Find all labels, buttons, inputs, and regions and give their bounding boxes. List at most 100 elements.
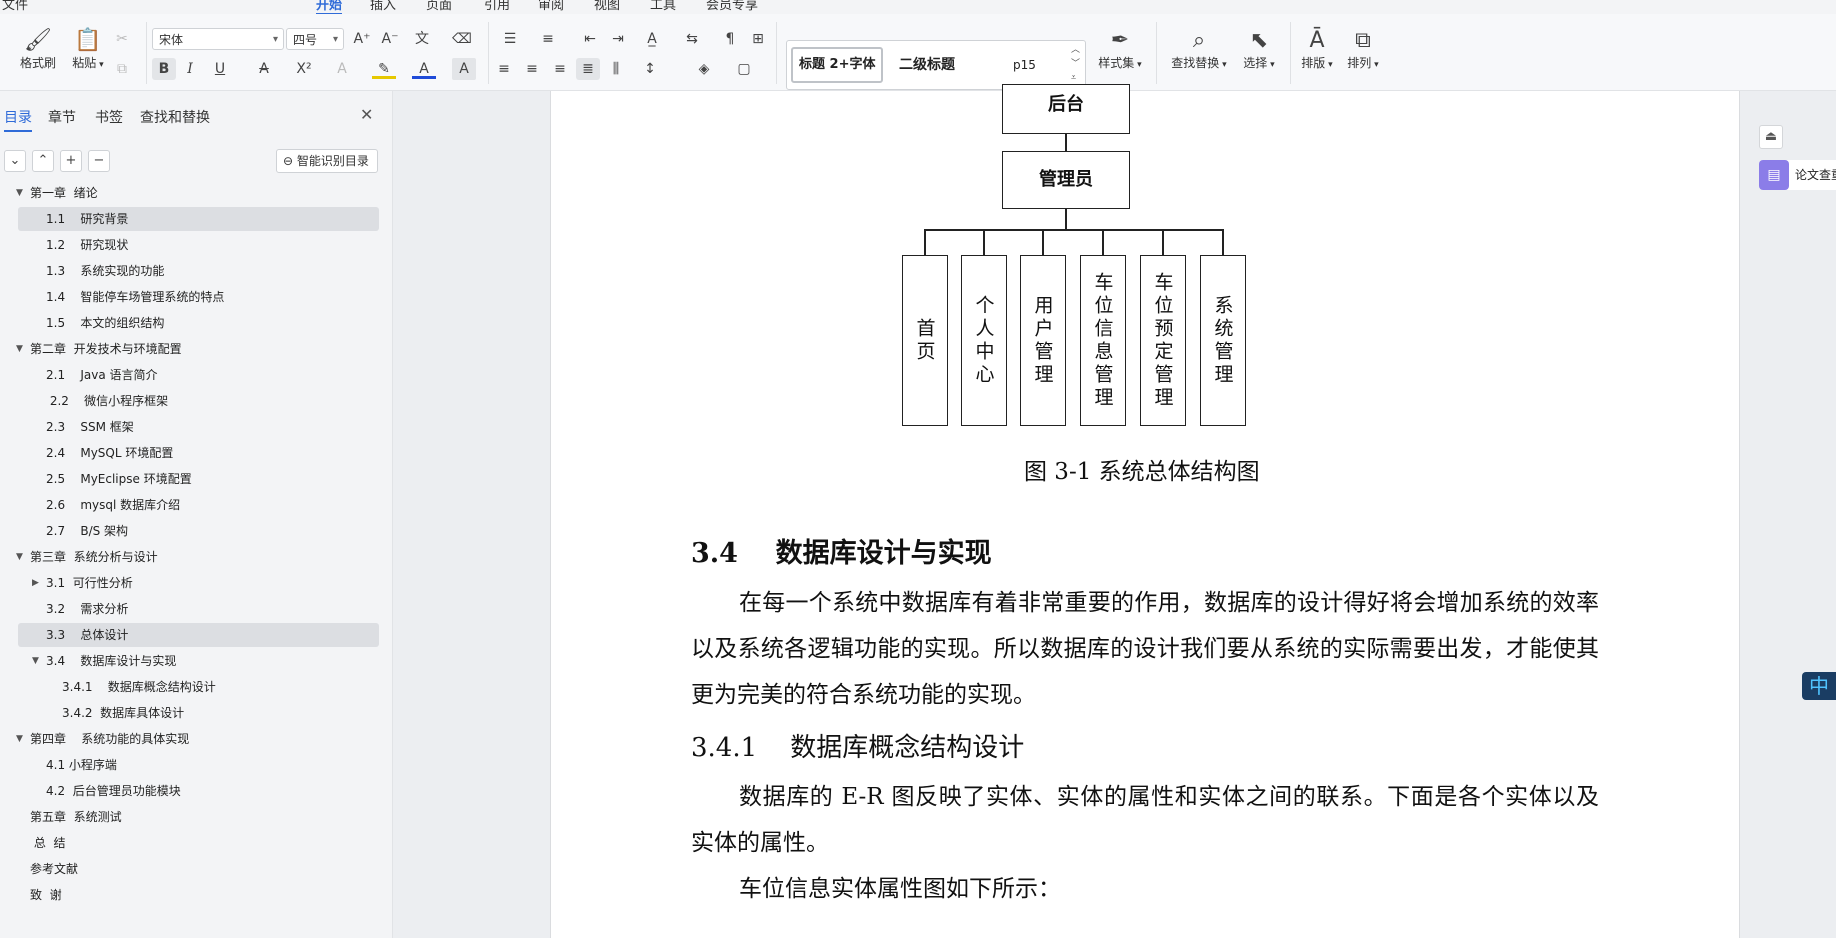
toc-item[interactable]: 2.2 微信小程序框架 — [18, 389, 379, 413]
toc-item[interactable]: 2.4 MySQL 环境配置 — [18, 441, 379, 465]
font-name-select[interactable]: 宋体 ▾ — [152, 28, 284, 50]
shading-icon[interactable]: ◈ — [692, 58, 716, 80]
remove-heading-button[interactable]: − — [88, 150, 110, 172]
bold-button[interactable]: B — [152, 58, 176, 80]
toc-item[interactable]: ▶ 3.1 可行性分析 — [18, 571, 379, 595]
add-heading-button[interactable]: + — [60, 150, 82, 172]
distribute-icon[interactable]: ⫼ — [604, 58, 628, 80]
menu-file[interactable]: 文件 — [2, 0, 28, 13]
toc-item[interactable]: ▼ 3.4 数据库设计与实现 — [18, 649, 379, 673]
toc-item[interactable]: 1.4 智能停车场管理系统的特点 — [18, 285, 379, 309]
find-replace-button[interactable]: ⌕ 查找替换 ▾ — [1166, 28, 1232, 71]
toc-item[interactable]: 2.5 MyEclipse 环境配置 — [18, 467, 379, 491]
text-direction-icon[interactable]: A̲ — [640, 28, 664, 50]
menu-tools[interactable]: 工具 — [650, 0, 676, 13]
collapse-arrow-icon[interactable]: ▶ — [32, 571, 39, 595]
border-icon[interactable]: ▢ — [732, 58, 756, 80]
toc-item[interactable]: 3.2 需求分析 — [18, 597, 379, 621]
highlight-icon[interactable]: ✎ — [372, 58, 396, 79]
toc-item[interactable]: 总 结 — [18, 831, 379, 855]
style-set-button[interactable]: ✒ 样式集 ▾ — [1094, 28, 1146, 71]
toc-item[interactable]: 3.4.1 数据库概念结构设计 — [18, 675, 379, 699]
toc-item[interactable]: 4.1 小程序端 — [18, 753, 379, 777]
shrink-font-icon[interactable]: A⁻ — [378, 28, 402, 50]
menu-member[interactable]: 会员专享 — [706, 0, 758, 13]
select-button[interactable]: ⬉ 选择 ▾ — [1236, 28, 1282, 71]
increase-indent-icon[interactable]: ⇥ — [606, 28, 630, 50]
format-painter-button[interactable]: 🖌 格式刷 — [16, 28, 60, 71]
toc-item[interactable]: 2.7 B/S 架构 — [18, 519, 379, 543]
decrease-indent-icon[interactable]: ⇤ — [578, 28, 602, 50]
align-right-icon[interactable]: ≡ — [548, 58, 572, 80]
table-icon[interactable]: ⊞ — [746, 28, 770, 50]
toc-item[interactable]: ▼ 第四章 系统功能的具体实现 — [16, 727, 379, 751]
expand-arrow-icon[interactable]: ▼ — [32, 649, 39, 673]
toc-item[interactable]: ▼ 第二章 开发技术与环境配置 — [16, 337, 379, 361]
paper-check-button[interactable]: ▤ 论文查重 — [1759, 160, 1836, 190]
menu-references[interactable]: 引用 — [484, 0, 510, 13]
toc-item[interactable]: 参考文献 — [18, 857, 379, 881]
toc-item[interactable]: 2.3 SSM 框架 — [18, 415, 379, 439]
grow-font-icon[interactable]: A⁺ — [350, 28, 374, 50]
collapse-panel-button[interactable]: ⏏ — [1759, 125, 1783, 149]
toc-item[interactable]: 2.1 Java 语言简介 — [18, 363, 379, 387]
collapse-all-button[interactable]: ⌄ — [4, 150, 26, 172]
toc-item[interactable]: 1.3 系统实现的功能 — [18, 259, 379, 283]
menu-view[interactable]: 视图 — [594, 0, 620, 13]
tab-toc[interactable]: 目录 — [4, 107, 32, 132]
toc-item[interactable]: 2.6 mysql 数据库介绍 — [18, 493, 379, 517]
strikethrough-icon[interactable]: A — [252, 58, 276, 80]
smart-toc-button[interactable]: ⊖ 智能识别目录 — [276, 149, 378, 173]
toc-item[interactable]: ▼ 第一章 绪论 — [16, 181, 379, 205]
toc-item[interactable]: 致 谢 — [18, 883, 379, 907]
style-heading2-font[interactable]: 标题 2+字体 — [791, 47, 884, 83]
bullets-icon[interactable]: ☰ — [498, 28, 522, 50]
toc-item[interactable]: 1.5 本文的组织结构 — [18, 311, 379, 335]
ime-indicator[interactable]: 中 — [1802, 672, 1836, 700]
toc-item[interactable]: 3.4.2 数据库具体设计 — [18, 701, 379, 725]
expand-arrow-icon[interactable]: ▼ — [16, 181, 23, 205]
copy-icon[interactable]: ⧉ — [110, 58, 134, 80]
expand-arrow-icon[interactable]: ▼ — [16, 545, 23, 569]
numbering-icon[interactable]: ≡ — [536, 28, 560, 50]
text-effect-icon[interactable]: A — [330, 58, 354, 80]
menu-home[interactable]: 开始 — [316, 0, 343, 14]
menu-insert[interactable]: 插入 — [370, 0, 396, 13]
clear-format-icon[interactable]: ⌫ — [450, 28, 474, 50]
tab-bookmarks[interactable]: 书签 — [95, 107, 123, 127]
underline-button[interactable]: U — [208, 58, 232, 80]
close-icon[interactable]: ✕ — [360, 105, 373, 124]
toc-item[interactable]: 1.2 研究现状 — [18, 233, 379, 257]
justify-icon[interactable]: ≣ — [576, 58, 600, 80]
align-left-icon[interactable]: ≡ — [492, 58, 516, 80]
tab-sections[interactable]: 章节 — [48, 107, 76, 127]
toc-item[interactable]: 第五章 系统测试 — [18, 805, 379, 829]
superscript-icon[interactable]: X² — [292, 58, 316, 80]
toc-item[interactable]: 1.1 研究背景 — [18, 207, 379, 231]
char-shading-icon[interactable]: A — [452, 58, 476, 80]
show-marks-icon[interactable]: ¶ — [718, 28, 742, 50]
sort-icon[interactable]: ⇆ — [680, 28, 704, 50]
tab-find-replace[interactable]: 查找和替换 — [140, 107, 210, 127]
cut-icon[interactable]: ✂ — [110, 28, 134, 50]
line-spacing-icon[interactable]: ↕ — [638, 58, 662, 80]
toc-item[interactable]: 4.2 后台管理员功能模块 — [18, 779, 379, 803]
menu-review[interactable]: 审阅 — [538, 0, 564, 13]
paste-button[interactable]: 📋 粘贴 ▾ — [66, 28, 110, 71]
style-p15[interactable]: p15 — [1013, 47, 1036, 83]
font-color-icon[interactable]: A — [412, 58, 436, 79]
phonetic-icon[interactable]: 文 — [410, 28, 434, 50]
expand-arrow-icon[interactable]: ▼ — [16, 337, 23, 361]
toc-item[interactable]: 3.3 总体设计 — [18, 623, 379, 647]
font-size-select[interactable]: 四号 ▾ — [286, 28, 344, 50]
layout-button[interactable]: Ā 排版 ▾ — [1296, 28, 1338, 71]
italic-button[interactable]: I — [178, 58, 202, 80]
style-level2-heading[interactable]: 二级标题 — [899, 47, 955, 83]
expand-arrow-icon[interactable]: ▼ — [16, 727, 23, 751]
toc-item[interactable]: ▼ 第三章 系统分析与设计 — [16, 545, 379, 569]
menu-page[interactable]: 页面 — [426, 0, 452, 13]
expand-up-button[interactable]: ⌃ — [32, 150, 54, 172]
style-scroll-arrows[interactable]: ︿ ﹀ ⩡ — [1071, 43, 1080, 85]
arrange-button[interactable]: ⧉ 排列 ▾ — [1342, 28, 1384, 71]
align-center-icon[interactable]: ≡ — [520, 58, 544, 80]
